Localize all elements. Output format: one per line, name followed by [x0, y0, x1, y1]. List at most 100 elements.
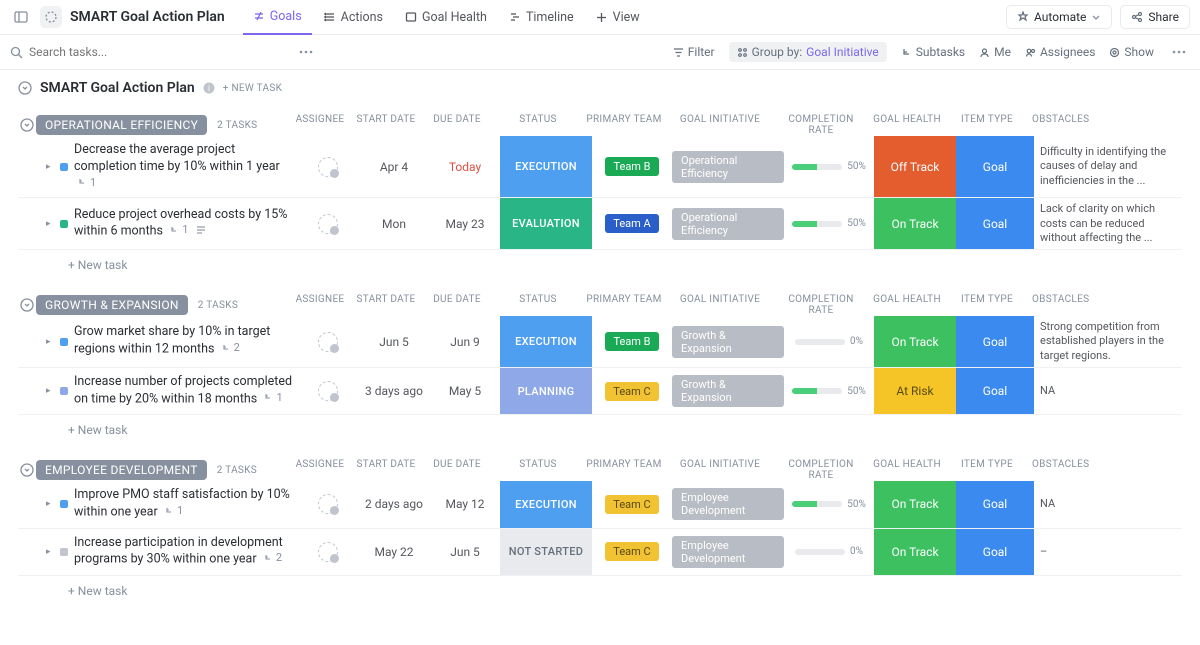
show-button[interactable]: Show [1109, 45, 1154, 59]
search-more-icon[interactable] [295, 41, 317, 63]
col-header[interactable]: ASSIGNEE [290, 294, 350, 316]
subtask-count[interactable]: 2 [222, 341, 240, 354]
team-cell[interactable]: Team A [592, 198, 672, 249]
start-date-cell[interactable]: Jun 5 [358, 316, 430, 367]
expand-icon[interactable]: ▸ [46, 162, 54, 172]
health-cell[interactable]: At Risk [874, 368, 956, 414]
health-cell[interactable]: On Track [874, 316, 956, 367]
completion-cell[interactable]: 50% [784, 198, 874, 249]
task-row[interactable]: ▸ Increase participation in development … [18, 529, 1182, 576]
col-header[interactable]: DUE DATE [422, 459, 492, 481]
new-task-button[interactable]: + New task [18, 576, 1182, 598]
task-row[interactable]: ▸ Reduce project overhead costs by 15% w… [18, 198, 1182, 250]
obstacles-cell[interactable]: NA [1034, 481, 1174, 527]
health-cell[interactable]: On Track [874, 529, 956, 575]
type-cell[interactable]: Goal [956, 368, 1034, 414]
tab-actions[interactable]: Actions [314, 0, 393, 35]
initiative-cell[interactable]: Operational Efficiency [672, 136, 784, 197]
start-date-cell[interactable]: May 22 [358, 529, 430, 575]
expand-icon[interactable]: ▸ [46, 337, 54, 347]
status-cell[interactable]: PLANNING [500, 368, 592, 414]
group-badge[interactable]: Growth & Expansion [36, 295, 188, 315]
task-row[interactable]: ▸ Decrease the average project completio… [18, 136, 1182, 198]
col-header[interactable]: ASSIGNEE [290, 114, 350, 136]
assignee-avatar[interactable] [318, 381, 338, 401]
assignee-avatar[interactable] [318, 332, 338, 352]
subtask-count[interactable]: 1 [78, 176, 96, 189]
team-cell[interactable]: Team B [592, 316, 672, 367]
initiative-cell[interactable]: Operational Efficiency [672, 198, 784, 249]
type-cell[interactable]: Goal [956, 316, 1034, 367]
new-task-button[interactable]: + New task [18, 250, 1182, 272]
team-cell[interactable]: Team C [592, 481, 672, 527]
col-header[interactable]: STATUS [492, 459, 584, 481]
expand-icon[interactable]: ▸ [46, 547, 54, 557]
col-header[interactable]: START DATE [350, 114, 422, 136]
initiative-cell[interactable]: Growth & Expansion [672, 316, 784, 367]
initiative-cell[interactable]: Employee Development [672, 529, 784, 575]
chevron-circle-icon[interactable] [20, 118, 34, 132]
status-cell[interactable]: EXECUTION [500, 136, 592, 197]
tab-timeline[interactable]: Timeline [499, 0, 584, 35]
col-header[interactable]: ITEM TYPE [948, 294, 1026, 316]
start-date-cell[interactable]: 3 days ago [358, 368, 430, 414]
initiative-cell[interactable]: Employee Development [672, 481, 784, 527]
col-header[interactable]: START DATE [350, 459, 422, 481]
chevron-circle-icon[interactable] [18, 81, 32, 95]
obstacles-cell[interactable]: NA [1034, 368, 1174, 414]
subtask-count[interactable]: 2 [264, 551, 282, 564]
col-header[interactable]: GOAL HEALTH [866, 114, 948, 136]
task-name[interactable]: Grow market share by 10% in target regio… [74, 324, 270, 356]
subtasks-button[interactable]: Subtasks [901, 45, 965, 59]
type-cell[interactable]: Goal [956, 529, 1034, 575]
completion-cell[interactable]: 50% [784, 368, 874, 414]
due-date-cell[interactable]: Today [430, 136, 500, 197]
completion-cell[interactable]: 50% [784, 481, 874, 527]
task-name[interactable]: Increase participation in development pr… [74, 535, 283, 567]
obstacles-cell[interactable]: Lack of clarity on which costs can be re… [1034, 198, 1174, 249]
team-cell[interactable]: Team C [592, 529, 672, 575]
col-header[interactable]: START DATE [350, 294, 422, 316]
col-header[interactable]: COMPLETION RATE [776, 114, 866, 136]
assignee-cell[interactable] [298, 368, 358, 414]
assignee-avatar[interactable] [318, 157, 338, 177]
initiative-cell[interactable]: Growth & Expansion [672, 368, 784, 414]
desc-icon[interactable] [196, 225, 206, 235]
new-task-button[interactable]: + NEW TASK [223, 83, 282, 94]
col-header[interactable]: STATUS [492, 114, 584, 136]
health-cell[interactable]: On Track [874, 198, 956, 249]
group-badge[interactable]: Employee Development [36, 460, 207, 480]
subtask-count[interactable]: 1 [264, 391, 282, 404]
col-header[interactable]: OBSTACLES [1026, 114, 1166, 136]
start-date-cell[interactable]: Mon [358, 198, 430, 249]
assignee-cell[interactable] [298, 198, 358, 249]
col-header[interactable]: ITEM TYPE [948, 114, 1026, 136]
share-button[interactable]: Share [1120, 5, 1190, 29]
task-row[interactable]: ▸ Improve PMO staff satisfaction by 10% … [18, 481, 1182, 528]
due-date-cell[interactable]: Jun 9 [430, 316, 500, 367]
new-task-button[interactable]: + New task [18, 415, 1182, 437]
health-cell[interactable]: On Track [874, 481, 956, 527]
task-name[interactable]: Increase number of projects completed on… [74, 374, 292, 406]
search-input[interactable] [29, 45, 229, 59]
assignee-cell[interactable] [298, 136, 358, 197]
completion-cell[interactable]: 0% [784, 529, 874, 575]
col-header[interactable]: OBSTACLES [1026, 459, 1166, 481]
group-badge[interactable]: Operational Efficiency [36, 115, 207, 135]
due-date-cell[interactable]: May 12 [430, 481, 500, 527]
info-icon[interactable]: i [203, 82, 215, 94]
col-header[interactable]: OBSTACLES [1026, 294, 1166, 316]
col-header[interactable]: PRIMARY TEAM [584, 459, 664, 481]
automate-button[interactable]: Automate [1006, 5, 1112, 29]
expand-icon[interactable]: ▸ [46, 386, 54, 396]
due-date-cell[interactable]: May 5 [430, 368, 500, 414]
expand-icon[interactable]: ▸ [46, 499, 54, 509]
col-header[interactable]: ASSIGNEE [290, 459, 350, 481]
assignee-cell[interactable] [298, 316, 358, 367]
status-cell[interactable]: NOT STARTED [500, 529, 592, 575]
completion-cell[interactable]: 50% [784, 136, 874, 197]
task-row[interactable]: ▸ Increase number of projects completed … [18, 368, 1182, 415]
obstacles-cell[interactable]: – [1034, 529, 1174, 575]
type-cell[interactable]: Goal [956, 481, 1034, 527]
completion-cell[interactable]: 0% [784, 316, 874, 367]
